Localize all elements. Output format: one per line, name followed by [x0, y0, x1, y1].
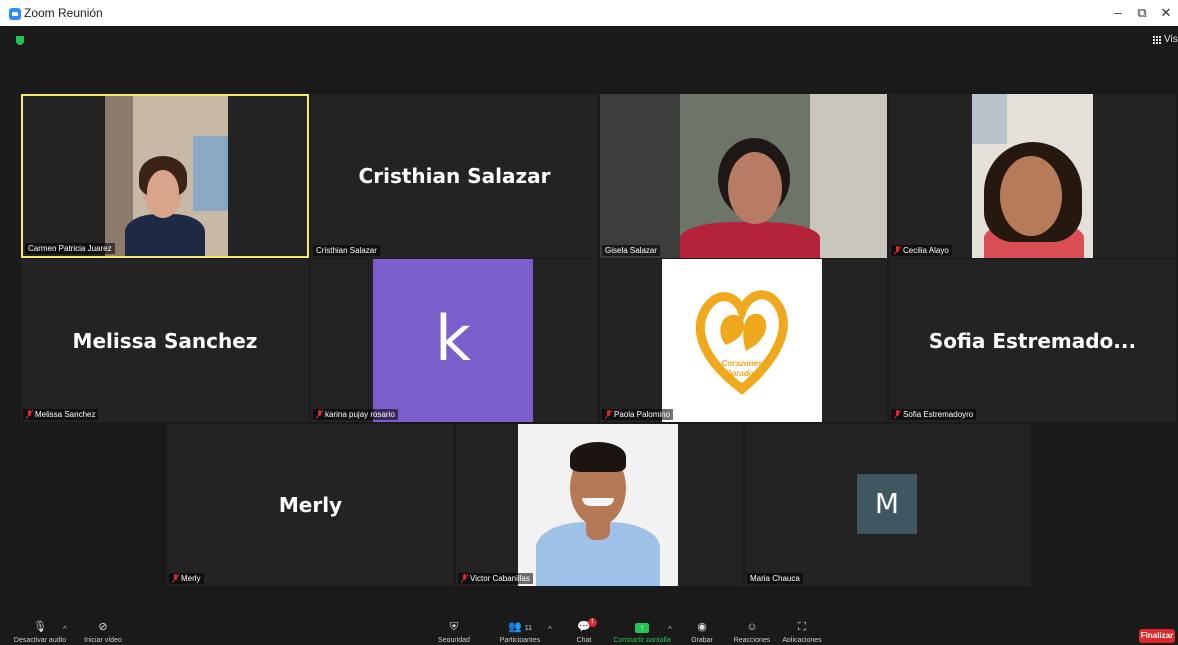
participant-name-tag: Carmen Patricia Juarez [25, 243, 115, 254]
microphone-icon: 🎙 [33, 621, 47, 633]
participant-name-tag: Sofia Estremadoyro [891, 409, 977, 420]
end-meeting-button[interactable]: Finalizar [1139, 629, 1175, 643]
participants-icon: 👥 11 [507, 621, 533, 633]
participant-name-tag: Victor Cabanillas [458, 573, 533, 584]
meeting-toolbar: 🎙 Desactivar audio ^ ⊘ Iniciar vídeo ⛨ S… [0, 618, 1178, 645]
zoom-app-icon [9, 8, 21, 20]
view-button[interactable]: Vista [1153, 34, 1178, 45]
window-title: Zoom Reunión [24, 6, 103, 20]
participant-tile[interactable]: Victor Cabanillas [456, 424, 743, 586]
video-off-icon: ⊘ [98, 621, 108, 633]
participant-name-tag: karina pujay rosario [313, 409, 398, 420]
participant-avatar: k [373, 259, 533, 422]
apps-label: Aplicaciones [782, 637, 822, 642]
corazones-dorados-logo: Corazones Dorados [662, 259, 822, 422]
apps-icon: ⛶ [798, 621, 806, 633]
title-bar: Zoom Reunión – ⧉ ✕ [0, 0, 1178, 26]
participants-count: 11 [524, 625, 533, 632]
participant-video [105, 96, 228, 256]
apps-button[interactable]: ⛶ Aplicaciones [772, 621, 832, 642]
participant-tile[interactable]: Cristhian Salazar Cristhian Salazar [311, 94, 598, 258]
zoom-window: Zoom Reunión – ⧉ ✕ Vista Carmen Patricia… [0, 0, 1178, 645]
participant-display-name: Cristhian Salazar [358, 164, 551, 188]
participant-tile[interactable]: k karina pujay rosario [311, 259, 598, 422]
participant-tile[interactable]: Melissa Sanchez Melissa Sanchez [21, 259, 309, 422]
minimize-button[interactable]: – [1106, 2, 1130, 24]
participant-tile[interactable]: Sofia Estremado... Sofia Estremadoyro [889, 259, 1176, 422]
share-screen-button[interactable]: ↑ Compartir pantalla [612, 621, 672, 642]
participant-avatar: M [857, 474, 917, 534]
participant-tile[interactable]: Cecilia Alayo [889, 94, 1176, 258]
chat-button[interactable]: 💬 1 Chat [554, 618, 614, 642]
logo-text-line1: Corazones [721, 359, 763, 368]
view-label: Vista [1164, 34, 1178, 45]
participant-display-name: Sofia Estremado... [928, 328, 1137, 353]
participant-tile[interactable]: Gisela Salazar [600, 94, 887, 258]
muted-mic-icon [605, 410, 612, 419]
encryption-shield-icon[interactable] [16, 36, 24, 45]
participant-name-tag: Cecilia Alayo [891, 245, 952, 256]
participants-button[interactable]: 👥 11 Participantes [490, 621, 550, 642]
close-button[interactable]: ✕ [1154, 2, 1178, 24]
participant-name-tag: Cristhian Salazar [313, 245, 380, 256]
audio-options-chevron-icon[interactable]: ^ [63, 625, 67, 634]
participant-display-name: Melissa Sanchez [72, 328, 258, 353]
share-label: Compartir pantalla [613, 637, 671, 642]
chat-label: Chat [576, 637, 592, 642]
restore-button[interactable]: ⧉ [1130, 2, 1154, 24]
participant-tile[interactable]: Corazones Dorados Paola Palomino [600, 259, 887, 422]
participant-name-tag: Merly [169, 573, 204, 584]
start-video-button[interactable]: ⊘ Iniciar vídeo [73, 621, 133, 642]
chat-badge: 1 [588, 618, 597, 627]
muted-mic-icon [172, 574, 179, 583]
participants-options-chevron-icon[interactable]: ^ [548, 625, 552, 634]
security-label: Seguridad [438, 637, 470, 642]
share-screen-icon: ↑ [612, 621, 672, 633]
participant-name-tag: Maria Chauca [747, 573, 803, 584]
muted-mic-icon [316, 410, 323, 419]
chat-icon: 💬 1 [554, 618, 614, 633]
security-button[interactable]: ⛨ Seguridad [424, 621, 484, 642]
mute-button[interactable]: 🎙 Desactivar audio [10, 621, 70, 642]
participant-tile[interactable]: Carmen Patricia Juarez [21, 94, 309, 258]
participant-video [600, 94, 887, 258]
logo-text-line2: Dorados [725, 369, 759, 378]
participant-tile[interactable]: M Maria Chauca [745, 424, 1031, 586]
muted-mic-icon [894, 410, 901, 419]
participant-name-tag: Melissa Sanchez [23, 409, 99, 420]
muted-mic-icon [26, 410, 33, 419]
video-label: Iniciar vídeo [84, 637, 122, 642]
muted-mic-icon [894, 246, 901, 255]
muted-mic-icon [461, 574, 468, 583]
grid-view-icon [1153, 35, 1161, 44]
participant-video [972, 94, 1093, 258]
mute-label: Desactivar audio [13, 637, 67, 642]
participants-label: Participantes [499, 637, 541, 642]
participant-display-name: Merly [278, 493, 343, 517]
shield-icon: ⛨ [449, 621, 459, 633]
participant-video [518, 424, 678, 586]
participant-name-tag: Paola Palomino [602, 409, 674, 420]
participant-name-tag: Gisela Salazar [602, 245, 661, 256]
participant-tile[interactable]: Merly Merly [167, 424, 454, 586]
